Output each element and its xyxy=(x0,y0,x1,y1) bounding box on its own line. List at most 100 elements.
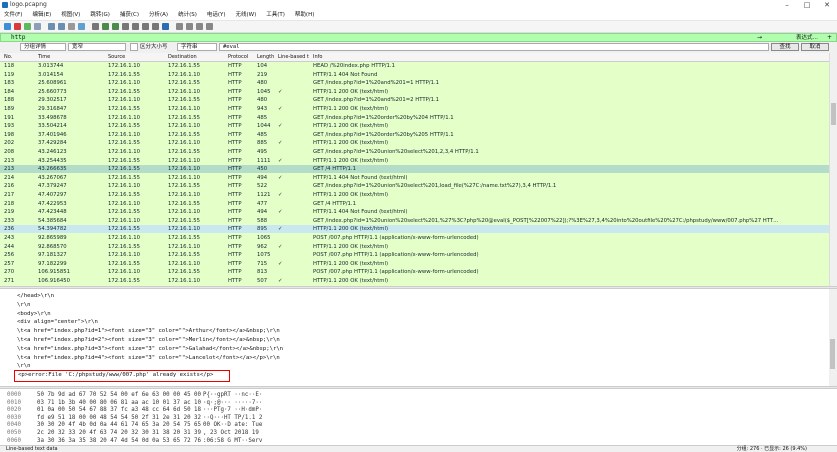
detail-scrollbar[interactable] xyxy=(829,289,837,386)
hex-bytes[interactable]: 3a 30 36 3a 35 38 20 47 4d 54 0d 0a 53 6… xyxy=(37,438,201,445)
apply-filter-arrow-icon[interactable]: → xyxy=(757,34,762,42)
search-scope-select[interactable]: 分组详情 xyxy=(20,43,66,51)
stop-capture-icon[interactable] xyxy=(14,23,21,30)
display-filter-bar[interactable]: http → 表达式… + xyxy=(0,33,837,42)
table-row[interactable]: 243 92.865989 172.16.1.10 172.16.1.55 HTTP 10… xyxy=(0,234,829,242)
hex-offset[interactable]: 0060 xyxy=(7,438,21,445)
hex-ascii[interactable]: ·q·;@··· ·····7·· xyxy=(203,400,262,407)
hex-bytes[interactable]: 03 71 1b 3b 40 00 80 06 81 aa ac 10 01 3… xyxy=(37,400,201,407)
scrollbar-thumb[interactable] xyxy=(830,339,835,369)
find-button[interactable]: 查找 xyxy=(771,43,799,51)
detail-line[interactable]: <div align="center">\r\n xyxy=(17,318,98,326)
col-header-length[interactable]: Length xyxy=(257,53,274,61)
table-row[interactable]: 214 43.267067 172.16.1.55 172.16.1.10 HTTP 49… xyxy=(0,174,829,182)
hex-ascii[interactable]: ···PTg·7 ··H·dmP· xyxy=(203,407,262,414)
autoscroll-icon[interactable] xyxy=(152,23,159,30)
hex-bytes[interactable]: 30 30 20 4f 4b 0d 0a 44 61 74 65 3a 20 5… xyxy=(37,422,201,429)
detail-line[interactable]: \t<a href="index.php?id=4"><font size="3… xyxy=(17,354,280,362)
hex-offset[interactable]: 0030 xyxy=(7,415,21,422)
packet-bytes-pane[interactable]: 0000 50 7b 9d ad 67 70 52 54 00 ef 6e 63 … xyxy=(0,389,829,445)
table-row[interactable]: 233 54.385684 172.16.1.10 172.16.1.55 HTTP 58… xyxy=(0,217,829,225)
close-icon[interactable]: ✕ xyxy=(817,0,837,10)
detail-line[interactable]: \r\n xyxy=(17,301,30,309)
add-filter-button[interactable]: + xyxy=(827,34,832,42)
menu-analyze[interactable]: 分析(A) xyxy=(149,10,168,20)
table-row[interactable]: 244 92.868570 172.16.1.55 172.16.1.10 HTTP 96… xyxy=(0,243,829,251)
hex-ascii[interactable]: ··Q···HT TP/1.1 2 xyxy=(203,415,262,422)
detail-line[interactable]: \t<a href="index.php?id=2"><font size="3… xyxy=(17,336,280,344)
hex-offset[interactable]: 0000 xyxy=(7,392,21,399)
menu-telephony[interactable]: 电话(Y) xyxy=(207,10,226,20)
table-row[interactable]: 270 106.915851 172.16.1.10 172.16.1.55 HTTP 8… xyxy=(0,268,829,276)
expression-button[interactable]: 表达式… xyxy=(796,34,818,42)
capture-options-icon[interactable] xyxy=(34,23,41,30)
menu-tools[interactable]: 工具(T) xyxy=(266,10,285,20)
table-row[interactable]: 191 33.498678 172.16.1.10 172.16.1.55 HTTP 48… xyxy=(0,114,829,122)
table-row[interactable]: 217 47.407297 172.16.1.55 172.16.1.10 HTTP 11… xyxy=(0,191,829,199)
table-row[interactable]: 184 25.660773 172.16.1.55 172.16.1.10 HTTP 10… xyxy=(0,88,829,96)
save-file-icon[interactable] xyxy=(58,23,65,30)
table-row[interactable]: 257 97.182299 172.16.1.55 172.16.1.10 HTTP 71… xyxy=(0,260,829,268)
reload-icon[interactable] xyxy=(78,23,85,30)
hex-ascii[interactable]: :06:58 G MT··Serv xyxy=(203,438,262,445)
normal-size-icon[interactable] xyxy=(196,23,203,30)
table-row[interactable]: 213 43.254435 172.16.1.55 172.16.1.10 HTTP 11… xyxy=(0,157,829,165)
table-row[interactable]: 189 29.316847 172.16.1.55 172.16.1.10 HTTP 94… xyxy=(0,105,829,113)
table-row[interactable]: 202 37.429284 172.16.1.55 172.16.1.10 HTTP 88… xyxy=(0,139,829,147)
col-header-no[interactable]: No. xyxy=(4,53,12,61)
start-capture-icon[interactable] xyxy=(4,23,11,30)
detail-line[interactable]: \t<a href="index.php?id=3"><font size="3… xyxy=(17,345,283,353)
table-row[interactable]: 236 54.394782 172.16.1.55 172.16.1.10 HTTP 89… xyxy=(0,225,829,234)
table-row[interactable]: 119 3.014154 172.16.1.55 172.16.1.10 HTTP 219… xyxy=(0,71,829,79)
search-type-select[interactable]: 字符串 xyxy=(177,43,217,51)
table-row[interactable]: 188 29.302517 172.16.1.10 172.16.1.55 HTTP 48… xyxy=(0,96,829,104)
table-row[interactable]: 219 47.423448 172.16.1.55 172.16.1.10 HTTP 49… xyxy=(0,208,829,216)
table-row[interactable]: 218 47.422953 172.16.1.10 172.16.1.55 HTTP 47… xyxy=(0,200,829,208)
last-packet-icon[interactable] xyxy=(142,23,149,30)
table-row[interactable]: 216 47.379247 172.16.1.10 172.16.1.55 HTTP 52… xyxy=(0,182,829,190)
detail-line[interactable]: \t<a href="index.php?id=1"><font size="3… xyxy=(17,327,280,335)
table-row[interactable]: 256 97.181327 172.16.1.10 172.16.1.55 HTTP 10… xyxy=(0,251,829,259)
table-row[interactable]: 213 43.266635 172.16.1.55 172.16.1.10 HTTP 45… xyxy=(0,165,829,174)
hex-bytes[interactable]: 50 7b 9d ad 67 70 52 54 00 ef 6e 63 00 0… xyxy=(37,392,201,399)
zoom-out-icon[interactable] xyxy=(186,23,193,30)
table-row[interactable]: 118 3.013744 172.16.1.10 172.16.1.55 HTTP 104… xyxy=(0,62,829,70)
hex-bytes[interactable]: fd e9 51 18 00 00 48 54 54 50 2f 31 2e 3… xyxy=(37,415,201,422)
table-row[interactable]: 271 106.916450 172.16.1.55 172.16.1.10 HTTP 5… xyxy=(0,277,829,285)
col-header-source[interactable]: Source xyxy=(108,53,125,61)
menu-capture[interactable]: 捕获(C) xyxy=(120,10,139,20)
table-row[interactable]: 198 37.401946 172.16.1.10 172.16.1.55 HTTP 48… xyxy=(0,131,829,139)
detail-line[interactable]: <body>\r\n xyxy=(17,310,51,318)
menu-go[interactable]: 跳转(G) xyxy=(90,10,110,20)
table-row[interactable]: 183 25.608961 172.16.1.10 172.16.1.55 HTTP 48… xyxy=(0,79,829,87)
hex-bytes[interactable]: 2c 20 32 33 20 4f 63 74 20 32 30 31 38 2… xyxy=(37,430,201,437)
table-row[interactable]: 193 33.504214 172.16.1.55 172.16.1.10 HTTP 10… xyxy=(0,122,829,130)
menu-wireless[interactable]: 无线(W) xyxy=(236,10,257,20)
hex-offset[interactable]: 0050 xyxy=(7,430,21,437)
col-header-protocol[interactable]: Protocol xyxy=(228,53,248,61)
resize-columns-icon[interactable] xyxy=(206,23,213,30)
hex-offset[interactable]: 0040 xyxy=(7,422,21,429)
scrollbar-thumb[interactable] xyxy=(831,103,836,125)
hex-ascii[interactable]: 00 OK··D ate: Tue xyxy=(203,422,262,429)
search-charset-select[interactable]: 宽窄 xyxy=(68,43,126,51)
go-back-icon[interactable] xyxy=(102,23,109,30)
menu-help[interactable]: 帮助(H) xyxy=(295,10,314,20)
packet-list[interactable]: No. Time Source Destination Protocol Len… xyxy=(0,53,829,286)
go-forward-icon[interactable] xyxy=(112,23,119,30)
col-header-info[interactable]: Info xyxy=(313,53,322,61)
close-file-icon[interactable] xyxy=(68,23,75,30)
hex-offset[interactable]: 0020 xyxy=(7,407,21,414)
menu-statistics[interactable]: 统计(S) xyxy=(178,10,197,20)
cancel-button[interactable]: 取消 xyxy=(801,43,829,51)
hex-ascii[interactable]: P{··gpRT ··nc··E· xyxy=(203,392,262,399)
col-header-destination[interactable]: Destination xyxy=(168,53,197,61)
col-header-time[interactable]: Time xyxy=(38,53,50,61)
table-row[interactable]: 208 43.246123 172.16.1.10 172.16.1.55 HTTP 49… xyxy=(0,148,829,156)
first-packet-icon[interactable] xyxy=(132,23,139,30)
go-to-packet-icon[interactable] xyxy=(122,23,129,30)
col-header-line-based[interactable]: Line-based t xyxy=(278,53,309,61)
hex-offset[interactable]: 0010 xyxy=(7,400,21,407)
open-file-icon[interactable] xyxy=(48,23,55,30)
hex-bytes[interactable]: 01 0a 00 50 54 67 88 37 fc a3 48 cc 64 6… xyxy=(37,407,201,414)
